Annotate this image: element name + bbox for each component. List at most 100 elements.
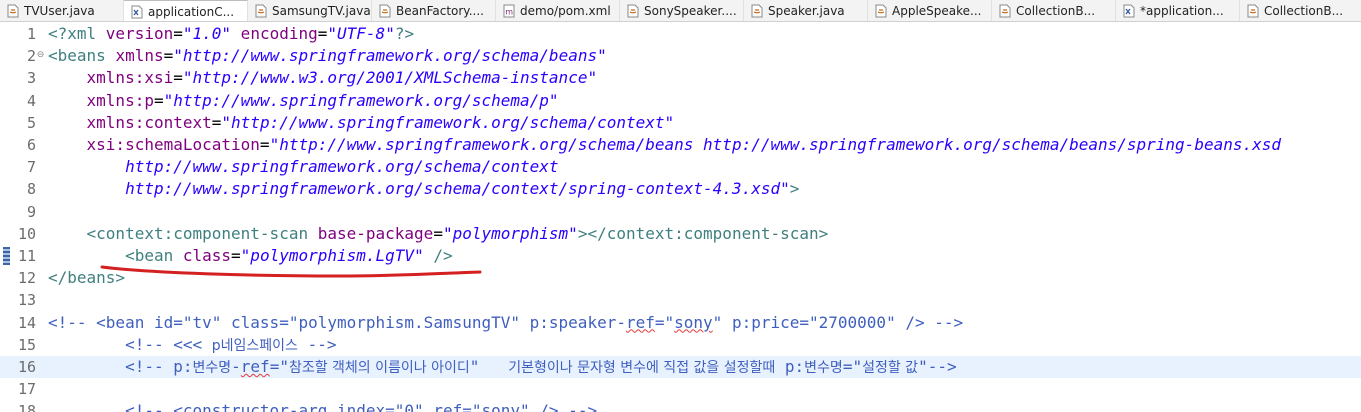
code-token: <!-- <<< (48, 334, 212, 354)
editor-tab-3[interactable]: BeanFactory.... (372, 0, 496, 21)
code-token: p네임스페이스 (211, 337, 298, 354)
code-line-14[interactable]: 14 <!-- <bean id="tv" class="polymorphism… (0, 312, 1361, 334)
editor-tab-8[interactable]: CollectionB... (992, 0, 1116, 21)
code-line-12[interactable]: 12 </beans> (0, 267, 1361, 289)
code-line-10[interactable]: 10 <context:component-scan base-package=… (0, 223, 1361, 245)
code-token: " (469, 357, 509, 376)
code-token: <!-- <constructor-arg index="0" (48, 401, 434, 412)
code-token: = (211, 112, 222, 132)
editor-tab-10[interactable]: CollectionB... (1240, 0, 1361, 21)
code-text: <?xml version="1.0" encoding="UTF-8"?> (48, 23, 414, 45)
code-token: <context:component-scan (86, 223, 318, 243)
code-line-16[interactable]: 16 <!-- p:변수명-ref="참조할 객체의 이름이나 아이디" 기본형… (0, 356, 1361, 379)
code-line-2[interactable]: 2 ⊖ <beans xmlns="http://www.springframewo… (0, 45, 1361, 67)
code-line-4[interactable]: 4 xmlns:p="http://www.springframework.or… (0, 90, 1361, 112)
editor-tab-label: demo/pom.xml (520, 4, 611, 18)
java-file-icon (750, 4, 763, 18)
code-token: > (789, 179, 800, 199)
maven-pom-icon: m (502, 4, 515, 18)
line-number: 7 (26, 158, 36, 177)
fold-toggle-icon[interactable]: ⊖ (36, 51, 45, 60)
xml-code-editor[interactable]: 1 <?xml version="1.0" encoding="UTF-8"?> 2… (0, 22, 1361, 412)
java-file-icon (254, 4, 267, 18)
code-text: xmlns:context="http://www.springframewor… (48, 112, 675, 134)
code-token: <beans (48, 46, 116, 66)
code-token: <?xml (48, 24, 106, 43)
line-number: 1 (26, 25, 36, 43)
code-line-7[interactable]: 7 http://www.springframework.org/schema/… (0, 156, 1361, 178)
code-line-1[interactable]: 1 <?xml version="1.0" encoding="UTF-8"?> (0, 23, 1361, 45)
editor-tab-label: CollectionB... (1264, 4, 1344, 18)
editor-tab-label: CollectionB... (1016, 4, 1096, 18)
code-line-17[interactable]: 17 (0, 378, 1361, 400)
code-line-3[interactable]: 3 xmlns:xsi="http://www.w3.org/2001/XMLS… (0, 67, 1361, 89)
code-token: --> (297, 334, 337, 354)
code-line-15[interactable]: 15 <!-- <<< p네임스페이스 --> (0, 334, 1361, 356)
code-token: 기본형이나 문자형 변수에 직접 값을 설정할때 (508, 360, 776, 376)
code-token: version (105, 24, 174, 43)
line-number: 2 (26, 47, 36, 66)
code-token: xmlns (115, 46, 164, 66)
xml-file-icon (1122, 4, 1135, 18)
editor-tab-2[interactable]: SamsungTV.java (248, 0, 372, 21)
code-token: sony (481, 401, 521, 412)
code-token: = (433, 223, 443, 243)
code-token: "http://www.w3.org/2001/XMLSchema-instan… (182, 68, 598, 88)
editor-tab-1[interactable]: applicationC... (124, 0, 248, 21)
code-line-5[interactable]: 5 xmlns:context="http://www.springframew… (0, 112, 1361, 134)
editor-tab-label: SamsungTV.java (272, 4, 371, 18)
code-token: ?> (394, 24, 415, 43)
line-number: 13 (17, 291, 36, 310)
code-token: 참조할 객체의 이름이나 아이디 (288, 360, 470, 376)
code-token: <!-- <bean id="tv" class="polymorphism.S… (48, 312, 626, 332)
java-file-icon (1246, 4, 1259, 18)
code-token: - (231, 357, 241, 376)
editor-tab-0[interactable]: TVUser.java (0, 0, 124, 21)
code-text: <!-- <<< p네임스페이스 --> (48, 334, 336, 357)
code-token: " /> --> (520, 401, 598, 412)
line-number: 4 (26, 91, 36, 110)
code-token: = (153, 90, 164, 110)
java-file-icon (378, 4, 391, 18)
editor-tab-label: BeanFactory.... (396, 4, 484, 18)
editor-tab-label: AppleSpeake... (892, 4, 982, 18)
code-token: =" (842, 357, 863, 376)
code-token: = (173, 24, 183, 43)
code-token: "UTF-8" (327, 24, 395, 43)
xml-file-icon (130, 5, 143, 19)
code-token: = (163, 46, 174, 66)
code-token: http://www.springframework.org/schema/co… (48, 157, 559, 177)
code-token: = (259, 135, 270, 154)
java-file-icon (874, 4, 887, 18)
code-token: "1.0" (182, 24, 232, 43)
line-number: 17 (17, 380, 36, 399)
code-token: "http://www.springframework.org/schema/b… (173, 46, 607, 66)
code-token: "polymorphism.LgTV" (240, 246, 424, 265)
editor-tab-4[interactable]: m demo/pom.xml (496, 0, 620, 21)
code-line-6[interactable]: 6 xsi:schemaLocation="http://www.springf… (0, 134, 1361, 156)
code-line-11[interactable]: 11 <bean class="polymorphism.LgTV" /> (0, 245, 1361, 267)
editor-tab-bar: TVUser.java applicationC... SamsungTV.java… (0, 0, 1361, 22)
code-line-18[interactable]: 18 <!-- <constructor-arg index="0" ref="… (0, 400, 1361, 412)
code-token: sony (674, 312, 713, 332)
line-number: 12 (17, 269, 36, 288)
editor-tab-6[interactable]: Speaker.java (744, 0, 868, 21)
code-token: 설정할 값 (862, 360, 919, 376)
code-line-13[interactable]: 13 (0, 289, 1361, 311)
code-line-8[interactable]: 8 http://www.springframework.org/schema/… (0, 178, 1361, 200)
line-number: 8 (26, 180, 36, 199)
code-token: xsi:schemaLocation (86, 135, 260, 154)
code-token: <!-- p: (48, 357, 193, 376)
editor-tab-7[interactable]: AppleSpeake... (868, 0, 992, 21)
svg-text:m: m (505, 8, 513, 17)
line-number: 14 (17, 313, 36, 332)
editor-tab-5[interactable]: SonySpeaker.... (620, 0, 744, 21)
code-token: "http://www.springframework.org/schema/p… (163, 90, 559, 110)
code-text: xmlns:p="http://www.springframework.org/… (48, 90, 559, 112)
editor-tab-9[interactable]: *application... (1116, 0, 1240, 21)
code-token: p: (775, 357, 805, 376)
code-line-9[interactable]: 9 (0, 201, 1361, 223)
